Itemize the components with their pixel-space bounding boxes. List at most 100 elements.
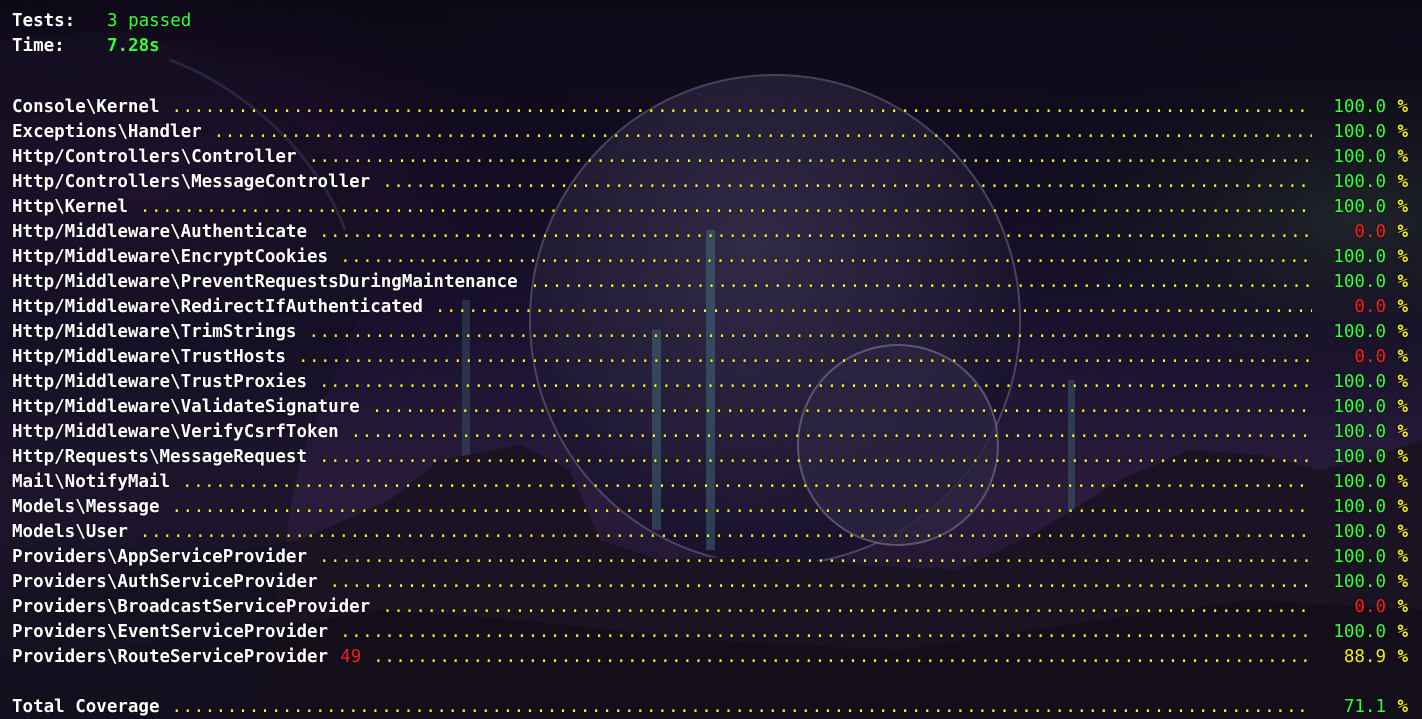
percent-sign: % bbox=[1397, 372, 1408, 392]
coverage-percent: 100.0 bbox=[1333, 522, 1386, 542]
dot-leader: ........................................… bbox=[382, 172, 1312, 192]
percent-sign: % bbox=[1397, 647, 1408, 667]
tests-summary: Tests: 3 passed bbox=[12, 9, 1408, 34]
percent-sign: % bbox=[1397, 472, 1408, 492]
dot-leader: ........................................… bbox=[182, 472, 1312, 492]
percent-sign: % bbox=[1397, 347, 1408, 367]
file-name: Http/Requests\MessageRequest bbox=[12, 447, 308, 467]
file-name: Providers\AppServiceProvider bbox=[12, 547, 308, 567]
time-label: Time: bbox=[12, 36, 65, 56]
coverage-percent: 0.0 bbox=[1354, 222, 1386, 242]
coverage-percent: 100.0 bbox=[1333, 197, 1386, 217]
dot-leader: ........................................… bbox=[340, 247, 1312, 267]
file-name: Http/Middleware\TrustProxies bbox=[12, 372, 308, 392]
dot-leader: ........................................… bbox=[319, 222, 1312, 242]
file-name: Http/Middleware\TrustHosts bbox=[12, 347, 286, 367]
percent-sign: % bbox=[1397, 272, 1408, 292]
coverage-row: Providers\AuthServiceProvider...........… bbox=[12, 570, 1408, 595]
coverage-row: Http/Middleware\RedirectIfAuthenticated.… bbox=[12, 295, 1408, 320]
percent-sign: % bbox=[1397, 622, 1408, 642]
dot-leader: ........................................… bbox=[382, 597, 1312, 617]
dot-leader: ........................................… bbox=[529, 272, 1312, 292]
coverage-percent: 100.0 bbox=[1333, 547, 1386, 567]
coverage-percent: 100.0 bbox=[1333, 472, 1386, 492]
time-value: 7.28s bbox=[107, 36, 160, 56]
coverage-percent: 100.0 bbox=[1333, 97, 1386, 117]
coverage-row: Models\User.............................… bbox=[12, 520, 1408, 545]
coverage-row: Providers\AppServiceProvider............… bbox=[12, 545, 1408, 570]
percent-sign: % bbox=[1397, 247, 1408, 267]
coverage-row: Http/Middleware\EncryptCookies..........… bbox=[12, 245, 1408, 270]
percent-sign: % bbox=[1397, 697, 1408, 717]
dot-leader: ........................................… bbox=[171, 97, 1312, 117]
percent-sign: % bbox=[1397, 197, 1408, 217]
file-name: Http/Controllers\Controller bbox=[12, 147, 297, 167]
total-coverage-percent: 71.1 bbox=[1343, 697, 1386, 717]
coverage-percent: 100.0 bbox=[1333, 422, 1386, 442]
coverage-row: Http/Requests\MessageRequest............… bbox=[12, 445, 1408, 470]
file-name: Providers\AuthServiceProvider bbox=[12, 572, 318, 592]
coverage-percent: 100.0 bbox=[1333, 372, 1386, 392]
coverage-row: Http/Middleware\TrimStrings.............… bbox=[12, 320, 1408, 345]
time-summary: Time: 7.28s bbox=[12, 34, 1408, 59]
coverage-row: Console\Kernel..........................… bbox=[12, 95, 1408, 120]
total-coverage-row: Total Coverage .........................… bbox=[12, 695, 1408, 719]
coverage-percent: 100.0 bbox=[1333, 272, 1386, 292]
coverage-percent: 88.9 bbox=[1343, 647, 1386, 667]
coverage-percent: 0.0 bbox=[1354, 297, 1386, 317]
total-coverage-label: Total Coverage bbox=[12, 697, 160, 717]
percent-sign: % bbox=[1397, 122, 1408, 142]
file-name: Models\User bbox=[12, 522, 128, 542]
dot-leader: ........................................… bbox=[319, 447, 1312, 467]
coverage-row: Http/Controllers\MessageController......… bbox=[12, 170, 1408, 195]
dot-leader: ........................................… bbox=[213, 122, 1312, 142]
file-name: Http/Middleware\EncryptCookies bbox=[12, 247, 329, 267]
dot-leader: ........................................… bbox=[139, 522, 1312, 542]
coverage-row: Http/Middleware\Authenticate............… bbox=[12, 220, 1408, 245]
coverage-percent: 100.0 bbox=[1333, 397, 1386, 417]
coverage-row: Http/Middleware\TrustHosts..............… bbox=[12, 345, 1408, 370]
dot-leader: ........................................… bbox=[319, 547, 1312, 567]
percent-sign: % bbox=[1397, 422, 1408, 442]
percent-sign: % bbox=[1397, 97, 1408, 117]
coverage-row: Exceptions\Handler......................… bbox=[12, 120, 1408, 145]
coverage-row: Http/Middleware\VerifyCsrfToken.........… bbox=[12, 420, 1408, 445]
dot-leader: ........................................… bbox=[319, 372, 1312, 392]
dot-leader: ........................................… bbox=[171, 697, 1312, 717]
percent-sign: % bbox=[1397, 597, 1408, 617]
coverage-percent: 100.0 bbox=[1333, 122, 1386, 142]
percent-sign: % bbox=[1397, 397, 1408, 417]
dot-leader: ........................................… bbox=[373, 647, 1312, 667]
coverage-row: Http/Middleware\ValidateSignature.......… bbox=[12, 395, 1408, 420]
file-name: Exceptions\Handler bbox=[12, 122, 202, 142]
tests-label: Tests: bbox=[12, 11, 76, 31]
file-name: Mail\NotifyMail bbox=[12, 472, 171, 492]
tests-value: 3 passed bbox=[107, 11, 192, 31]
percent-sign: % bbox=[1397, 297, 1408, 317]
dot-leader: ........................................… bbox=[297, 347, 1312, 367]
coverage-percent: 100.0 bbox=[1333, 572, 1386, 592]
file-name: Http/Controllers\MessageController bbox=[12, 172, 371, 192]
file-name: Http/Middleware\RedirectIfAuthenticated bbox=[12, 297, 423, 317]
coverage-file-list: Console\Kernel..........................… bbox=[12, 95, 1408, 670]
percent-sign: % bbox=[1397, 547, 1408, 567]
coverage-percent: 100.0 bbox=[1333, 497, 1386, 517]
file-name: Providers\BroadcastServiceProvider bbox=[12, 597, 371, 617]
file-name: Providers\EventServiceProvider bbox=[12, 622, 329, 642]
terminal-window[interactable]: Tests: 3 passed Time: 7.28s Console\Kernel… bbox=[0, 0, 1422, 719]
file-name: Http/Middleware\ValidateSignature bbox=[12, 397, 360, 417]
coverage-percent: 0.0 bbox=[1354, 347, 1386, 367]
coverage-row: Models\Message..........................… bbox=[12, 495, 1408, 520]
file-name: Http/Middleware\TrimStrings bbox=[12, 322, 297, 342]
dot-leader: ........................................… bbox=[371, 397, 1312, 417]
coverage-percent: 0.0 bbox=[1354, 597, 1386, 617]
percent-sign: % bbox=[1397, 222, 1408, 242]
percent-sign: % bbox=[1397, 522, 1408, 542]
percent-sign: % bbox=[1397, 147, 1408, 167]
coverage-row: Http/Middleware\PreventRequestsDuringMai… bbox=[12, 270, 1408, 295]
percent-sign: % bbox=[1397, 322, 1408, 342]
dot-leader: ........................................… bbox=[308, 147, 1312, 167]
coverage-percent: 100.0 bbox=[1333, 447, 1386, 467]
